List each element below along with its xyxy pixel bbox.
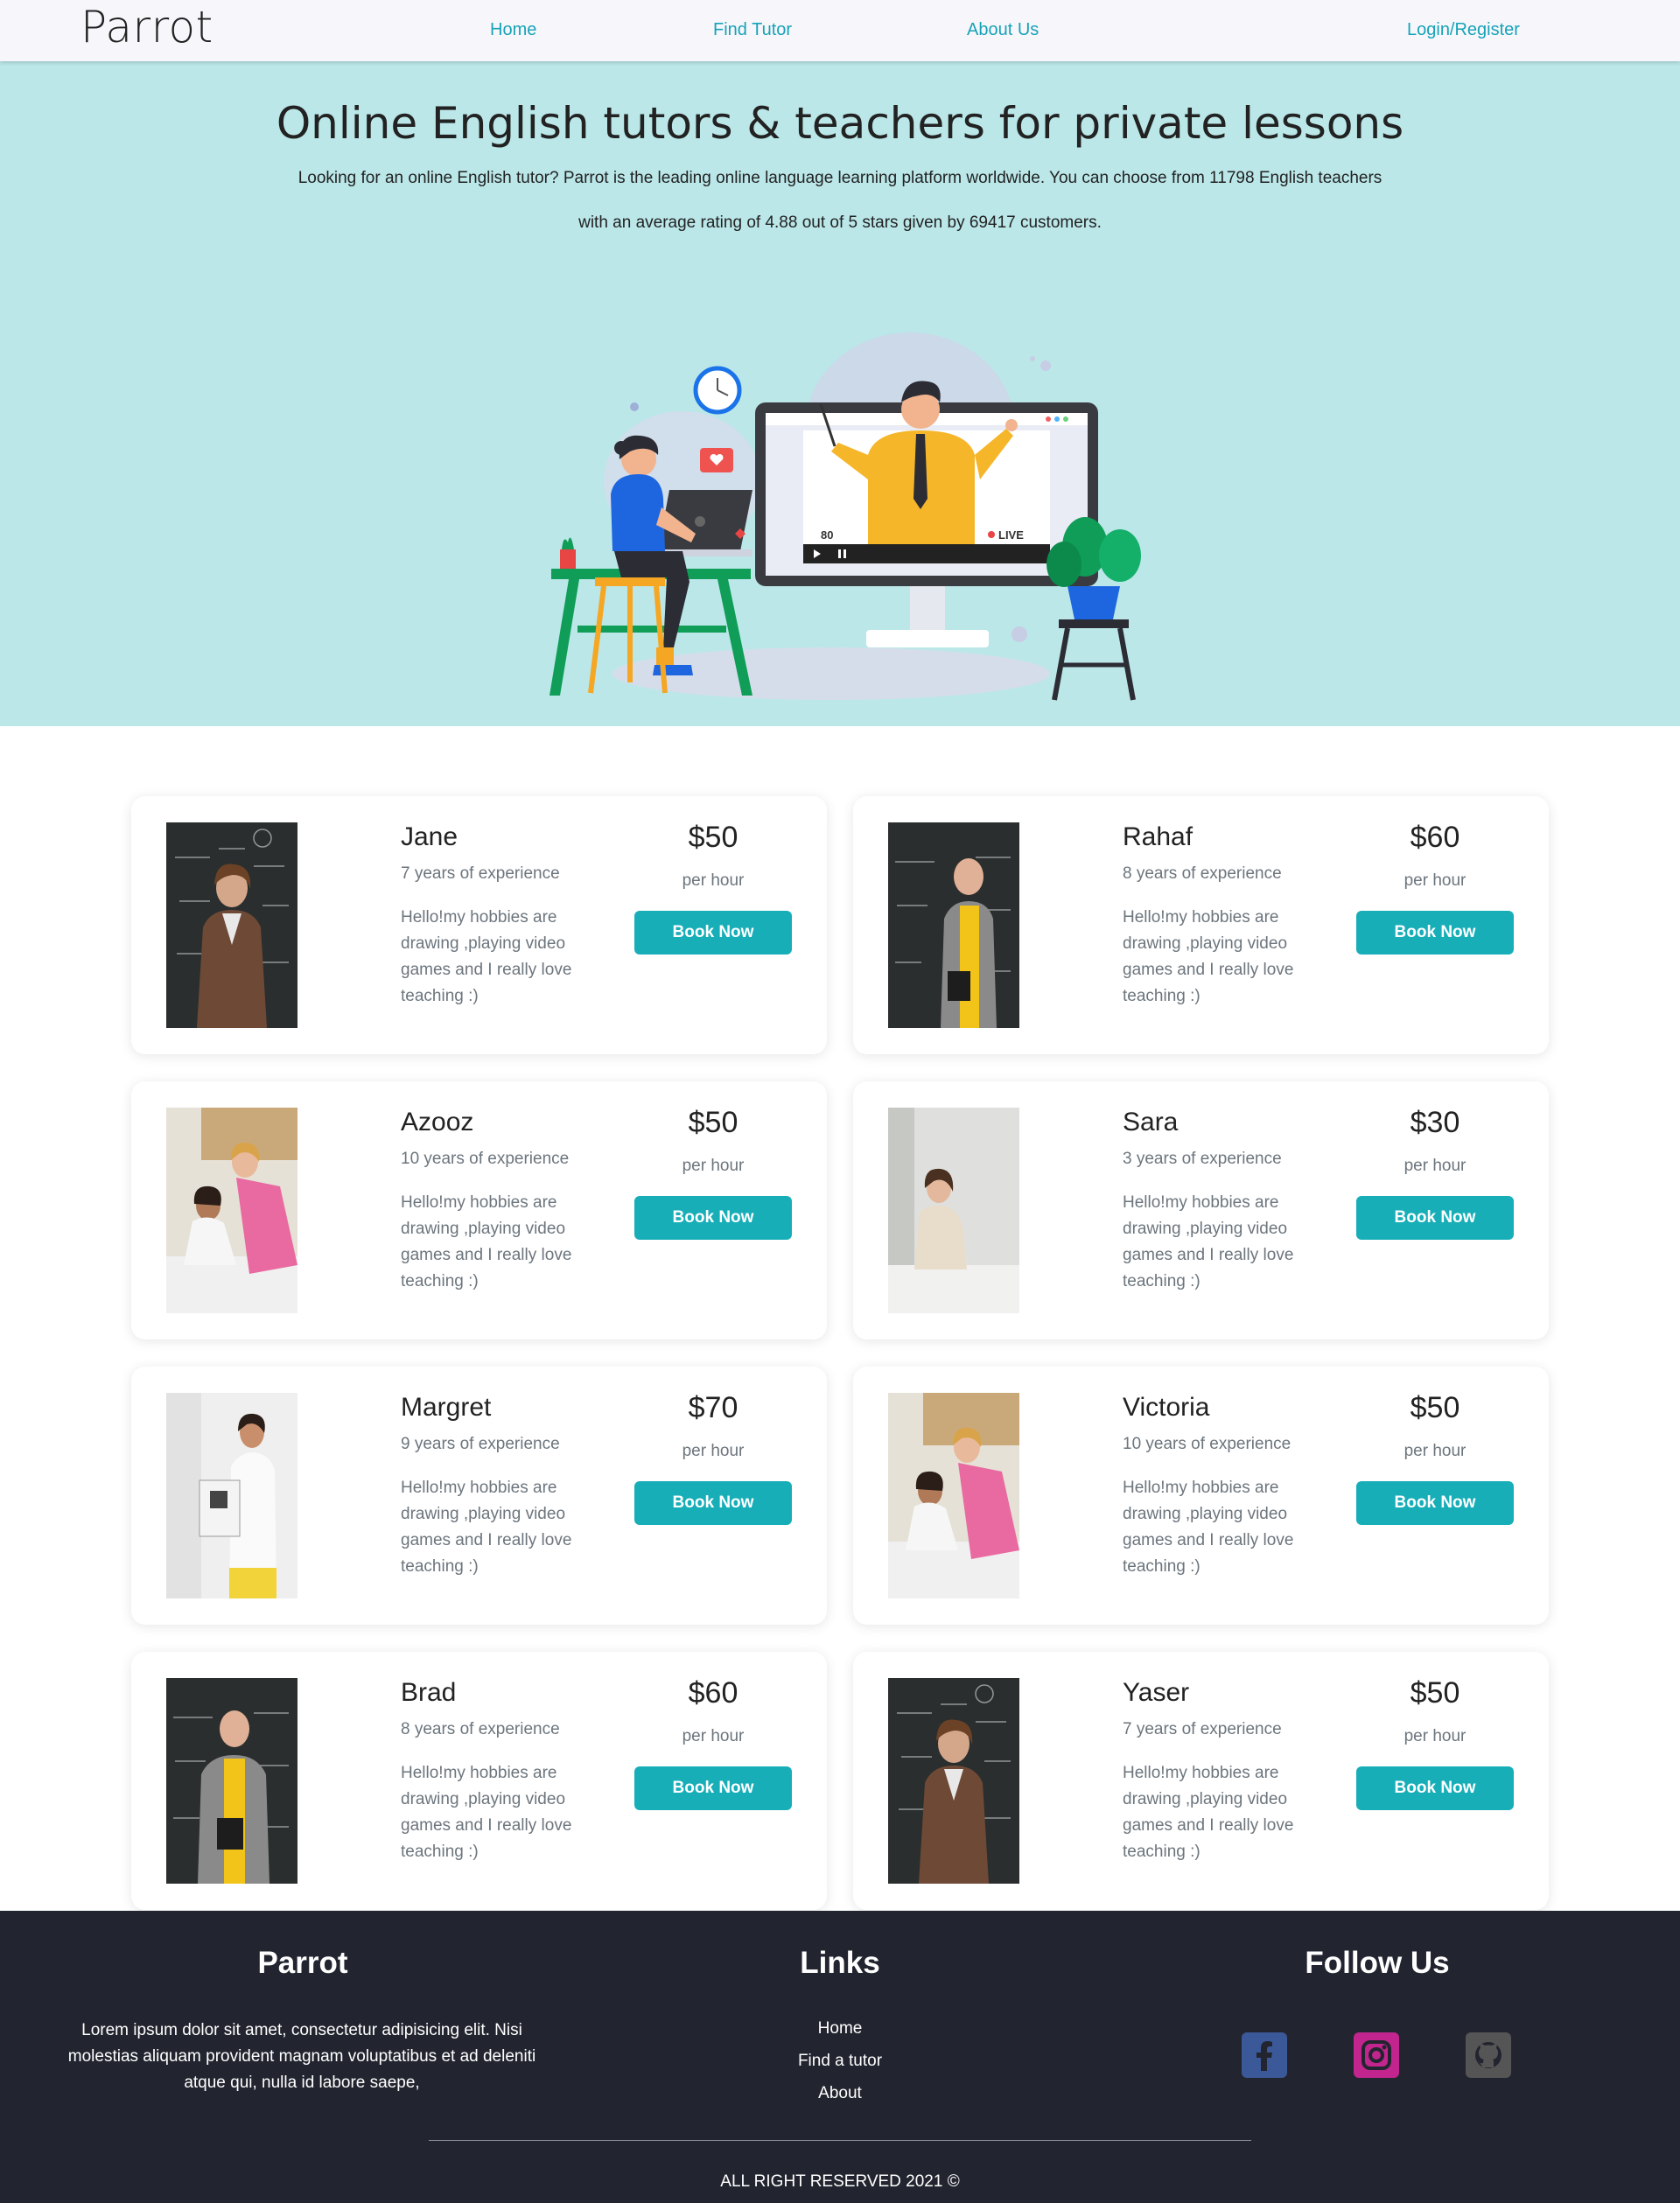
tutor-bio: Hello!my hobbies are drawing ,playing vi… bbox=[1123, 1193, 1294, 1290]
price-unit: per hour bbox=[682, 871, 745, 890]
tutor-experience: 10 years of experience bbox=[1123, 1435, 1292, 1453]
tutor-photo bbox=[166, 822, 298, 1028]
tutor-experience: 8 years of experience bbox=[1123, 864, 1282, 883]
footer-brand-text: Lorem ipsum dolor sit amet, consectetur … bbox=[67, 2021, 536, 2092]
footer-links: Home Find a tutor About bbox=[665, 2012, 1015, 2109]
tutor-card: Rahaf 8 years of experience Hello!my hob… bbox=[853, 796, 1549, 1054]
tutor-price: $50 bbox=[688, 821, 738, 854]
tutor-price: $50 bbox=[1410, 1391, 1460, 1424]
tutor-bio: Hello!my hobbies are drawing ,playing vi… bbox=[401, 1764, 572, 1861]
tutor-card: Brad 8 years of experience Hello!my hobb… bbox=[131, 1652, 827, 1910]
footer-follow-title: Follow Us bbox=[1305, 1946, 1450, 1980]
tutor-experience: 3 years of experience bbox=[1123, 1150, 1282, 1168]
github-icon[interactable] bbox=[1466, 2032, 1511, 2078]
book-now-button[interactable]: Book Now bbox=[1356, 1196, 1514, 1240]
tutor-price: $70 bbox=[688, 1391, 738, 1424]
tutor-name: Azooz bbox=[401, 1108, 474, 1136]
tutor-name: Victoria bbox=[1123, 1393, 1210, 1422]
tutor-card: Jane 7 years of experience Hello!my hobb… bbox=[131, 796, 827, 1054]
tutor-bio: Hello!my hobbies are drawing ,playing vi… bbox=[401, 1479, 572, 1576]
online-tutoring-illustration: 80 LIVE bbox=[550, 332, 1141, 701]
book-now-button[interactable]: Book Now bbox=[634, 1481, 792, 1525]
tutor-card: Sara 3 years of experience Hello!my hobb… bbox=[853, 1081, 1549, 1339]
tutor-card: Margret 9 years of experience Hello!my h… bbox=[131, 1367, 827, 1625]
tutor-card: Yaser 7 years of experience Hello!my hob… bbox=[853, 1652, 1549, 1910]
tutor-bio: Hello!my hobbies are drawing ,playing vi… bbox=[1123, 1479, 1294, 1576]
footer: Parrot Lorem ipsum dolor sit amet, conse… bbox=[0, 1911, 1680, 2203]
brand-logo[interactable]: Parrot bbox=[80, 2, 214, 52]
tutor-photo bbox=[888, 822, 1019, 1028]
tutor-experience: 10 years of experience bbox=[401, 1150, 570, 1168]
hero-section: Online English tutors & teachers for pri… bbox=[0, 61, 1680, 726]
price-unit: per hour bbox=[1404, 1727, 1466, 1745]
book-now-button[interactable]: Book Now bbox=[634, 1196, 792, 1240]
tutor-price: $50 bbox=[688, 1106, 738, 1139]
footer-brand-title: Parrot bbox=[257, 1946, 348, 1980]
footer-link-about[interactable]: About bbox=[665, 2077, 1015, 2109]
tutor-name: Yaser bbox=[1123, 1678, 1190, 1707]
nav-link-about-us[interactable]: About Us bbox=[967, 20, 1039, 40]
tutor-bio: Hello!my hobbies are drawing ,playing vi… bbox=[401, 908, 572, 1005]
tutor-photo bbox=[166, 1678, 298, 1884]
price-unit: per hour bbox=[682, 1157, 745, 1175]
tutor-name: Rahaf bbox=[1123, 822, 1194, 851]
facebook-icon[interactable] bbox=[1242, 2032, 1287, 2078]
book-now-button[interactable]: Book Now bbox=[1356, 1766, 1514, 1810]
price-unit: per hour bbox=[1404, 1442, 1466, 1460]
tutor-experience: 8 years of experience bbox=[401, 1720, 560, 1738]
tutor-name: Jane bbox=[401, 822, 458, 851]
footer-links-title: Links bbox=[800, 1946, 880, 1980]
tutor-name: Sara bbox=[1123, 1108, 1179, 1136]
tutor-price: $30 bbox=[1410, 1106, 1460, 1139]
price-unit: per hour bbox=[1404, 1157, 1466, 1175]
price-unit: per hour bbox=[1404, 871, 1466, 890]
tutor-price: $60 bbox=[688, 1676, 738, 1710]
tutor-photo bbox=[166, 1108, 298, 1313]
tutor-bio: Hello!my hobbies are drawing ,playing vi… bbox=[1123, 1764, 1294, 1861]
nav-link-find-tutor[interactable]: Find Tutor bbox=[713, 20, 792, 40]
footer-link-home[interactable]: Home bbox=[665, 2012, 1015, 2045]
instagram-icon[interactable] bbox=[1354, 2032, 1399, 2078]
book-now-button[interactable]: Book Now bbox=[634, 911, 792, 955]
book-now-button[interactable]: Book Now bbox=[1356, 911, 1514, 955]
nav-link-login-register[interactable]: Login/Register bbox=[1407, 20, 1520, 40]
tutor-price: $60 bbox=[1410, 821, 1460, 854]
hero-description: Looking for an online English tutor? Par… bbox=[298, 169, 1382, 232]
hero-title: Online English tutors & teachers for pri… bbox=[276, 98, 1404, 149]
top-navbar: Parrot Home Find Tutor About Us Login/Re… bbox=[0, 0, 1680, 61]
price-unit: per hour bbox=[682, 1727, 745, 1745]
footer-link-find-tutor[interactable]: Find a tutor bbox=[665, 2045, 1015, 2077]
tutor-photo bbox=[888, 1108, 1019, 1313]
tutor-card: Azooz 10 years of experience Hello!my ho… bbox=[131, 1081, 827, 1339]
price-unit: per hour bbox=[682, 1442, 745, 1460]
tutor-photo bbox=[888, 1678, 1019, 1884]
tutor-photo bbox=[888, 1393, 1019, 1598]
book-now-button[interactable]: Book Now bbox=[1356, 1481, 1514, 1525]
tutor-experience: 7 years of experience bbox=[1123, 1720, 1282, 1738]
tutor-experience: 7 years of experience bbox=[401, 864, 560, 883]
tutor-name: Margret bbox=[401, 1393, 492, 1422]
copyright-text: ALL RIGHT RESERVED 2021 © bbox=[720, 2172, 960, 2191]
tutor-experience: 9 years of experience bbox=[401, 1435, 560, 1453]
tutor-name: Brad bbox=[401, 1678, 457, 1707]
tutor-bio: Hello!my hobbies are drawing ,playing vi… bbox=[401, 1193, 572, 1290]
tutor-photo bbox=[166, 1393, 298, 1598]
tutor-bio: Hello!my hobbies are drawing ,playing vi… bbox=[1123, 908, 1294, 1005]
tutor-card: Victoria 10 years of experience Hello!my… bbox=[853, 1367, 1549, 1625]
nav-link-home[interactable]: Home bbox=[490, 20, 536, 40]
viewer-count: 80 bbox=[821, 528, 833, 542]
tutor-price: $50 bbox=[1410, 1676, 1460, 1710]
footer-divider bbox=[429, 2140, 1251, 2141]
book-now-button[interactable]: Book Now bbox=[634, 1766, 792, 1810]
live-label: LIVE bbox=[998, 528, 1024, 542]
